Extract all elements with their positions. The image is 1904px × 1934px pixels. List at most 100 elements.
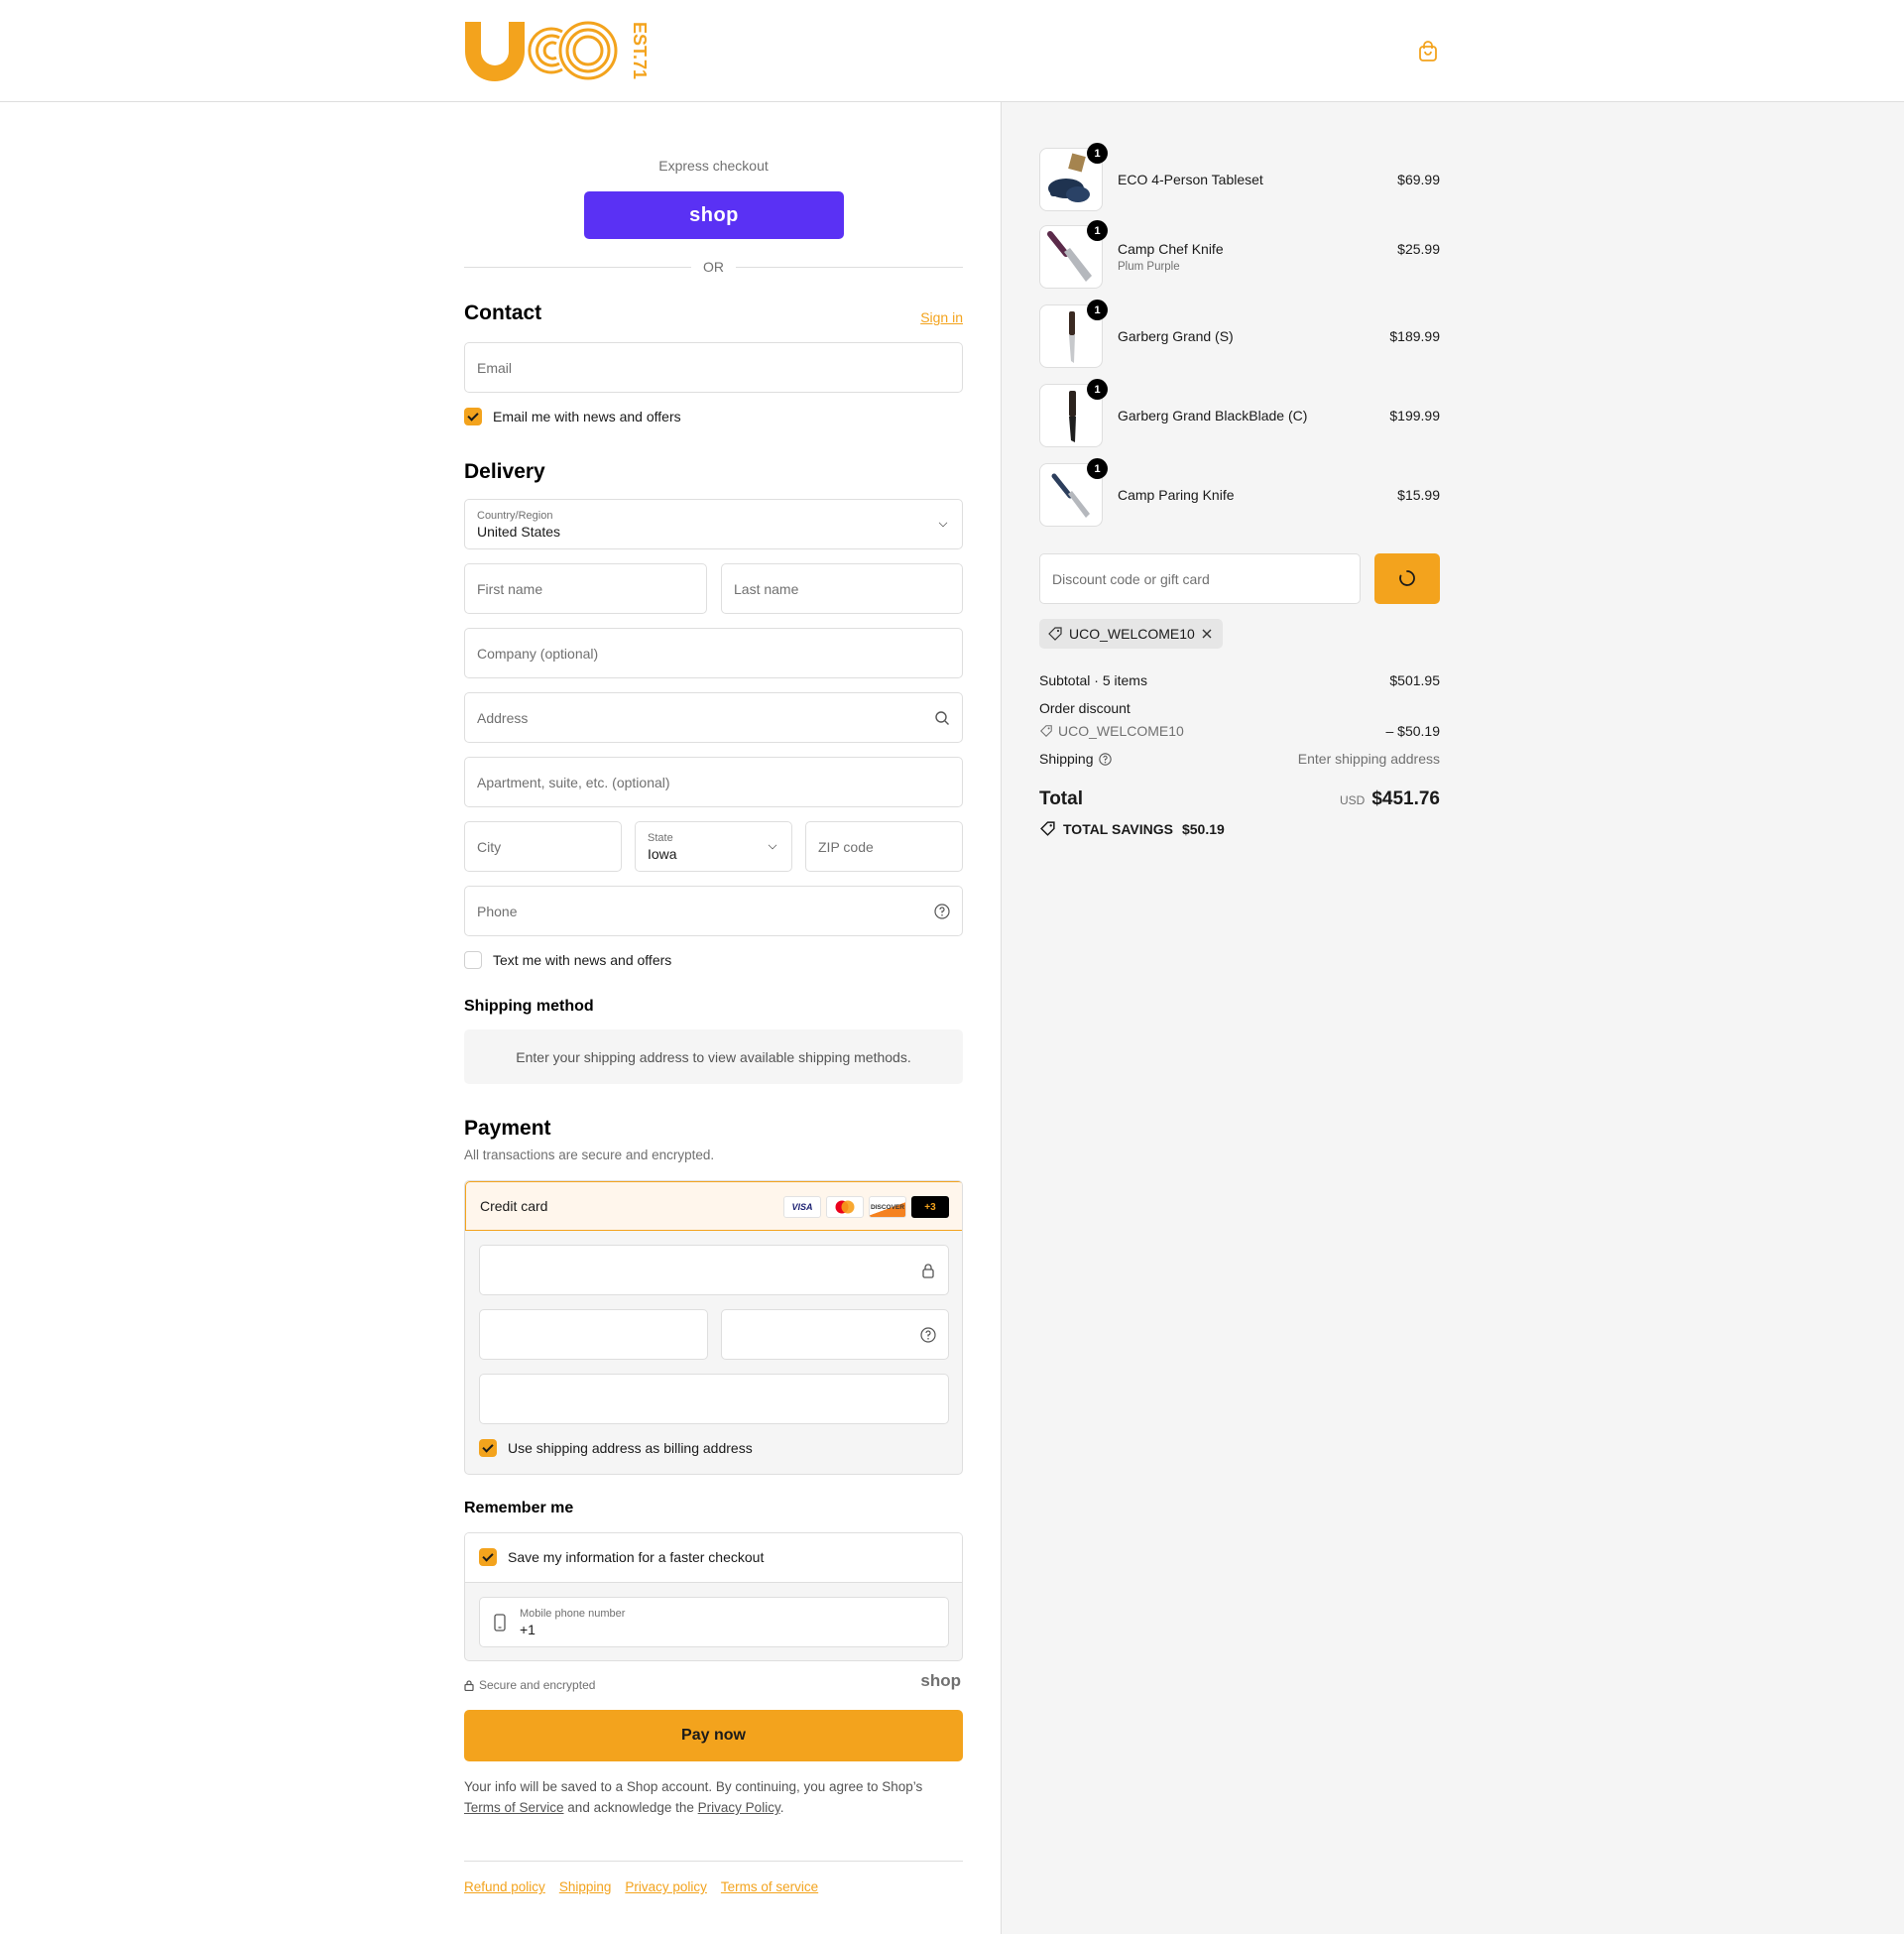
spinner-icon — [1399, 570, 1415, 586]
name-on-card-field[interactable] — [479, 1374, 949, 1424]
apply-discount-button[interactable] — [1374, 553, 1440, 604]
phone-placeholder: Phone — [477, 903, 518, 919]
secure-label: Secure and encrypted — [479, 1678, 596, 1692]
email-news-checkbox[interactable] — [464, 408, 482, 425]
country-select[interactable]: Country/Region United States — [464, 499, 963, 549]
delivery-heading: Delivery — [464, 460, 545, 483]
legal-text-1: Your info will be saved to a Shop accoun… — [464, 1779, 923, 1794]
item-variant: Plum Purple — [1118, 261, 1180, 273]
lock-icon — [464, 1679, 474, 1691]
currency-code: USD — [1339, 793, 1366, 807]
item-name: Garberg Grand (S) — [1118, 328, 1234, 344]
help-circle-icon[interactable] — [920, 1326, 936, 1343]
text-news-checkbox[interactable] — [464, 951, 482, 969]
order-item: 1 Garberg Grand BlackBlade (C) $199.99 — [1039, 379, 1440, 449]
shipping-link[interactable]: Shipping — [559, 1879, 612, 1894]
zip-field[interactable]: ZIP code — [805, 821, 963, 872]
tag-icon — [1048, 627, 1062, 641]
quantity-badge: 1 — [1087, 220, 1108, 241]
chevron-down-icon — [938, 518, 948, 527]
search-icon — [935, 710, 949, 725]
billing-same-checkbox[interactable] — [479, 1439, 497, 1457]
company-field[interactable]: Company (optional) — [464, 628, 963, 678]
bag-icon[interactable] — [1416, 40, 1440, 63]
payment-subtitle: All transactions are secure and encrypte… — [464, 1148, 715, 1162]
shipping-method-note: Enter your shipping address to view avai… — [464, 1029, 963, 1084]
mobile-phone-icon — [494, 1614, 506, 1632]
total-savings-row: TOTAL SAVINGS $50.19 — [1039, 820, 1440, 837]
item-thumbnail: 1 — [1039, 300, 1108, 368]
footer-links: Refund policy Shipping Privacy policy Te… — [464, 1879, 818, 1894]
shop-terms-link[interactable]: Terms of Service — [464, 1800, 564, 1815]
tag-icon — [1040, 725, 1052, 737]
discount-code-row: UCO_WELCOME10 – $50.19 — [1039, 723, 1440, 739]
expiration-field[interactable] — [479, 1309, 708, 1360]
item-price: $25.99 — [1397, 241, 1440, 257]
shop-privacy-link[interactable]: Privacy Policy — [698, 1800, 780, 1815]
total-label: Total — [1039, 788, 1083, 809]
total-savings-value: $50.19 — [1181, 820, 1225, 837]
discount-code-input[interactable]: Discount code or gift card — [1039, 553, 1361, 604]
item-price: $199.99 — [1389, 408, 1440, 423]
order-discount-label: Order discount — [1039, 700, 1130, 716]
card-number-field[interactable] — [479, 1245, 949, 1295]
help-circle-icon[interactable] — [934, 903, 950, 919]
mobile-phone-label: Mobile phone number — [520, 1607, 626, 1620]
first-name-field[interactable]: First name — [464, 563, 707, 614]
close-icon[interactable] — [1201, 628, 1213, 640]
last-name-field[interactable]: Last name — [721, 563, 963, 614]
address-field[interactable]: Address — [464, 692, 963, 743]
subtotal-label: Subtotal · 5 items — [1039, 672, 1147, 688]
total-row: Total USD $451.76 — [1039, 788, 1440, 818]
city-field[interactable]: City — [464, 821, 622, 872]
apartment-field[interactable]: Apartment, suite, etc. (optional) — [464, 757, 963, 807]
order-summary-panel — [1001, 102, 1904, 1934]
discount-code-label: UCO_WELCOME10 — [1058, 723, 1184, 739]
country-value: United States — [477, 523, 561, 540]
item-name: Garberg Grand BlackBlade (C) — [1118, 408, 1308, 423]
shipping-row: Shipping Enter shipping address — [1039, 751, 1440, 767]
chevron-down-icon — [768, 840, 777, 849]
contact-heading: Contact — [464, 302, 542, 324]
save-info-checkbox[interactable] — [479, 1548, 497, 1566]
item-name: Camp Paring Knife — [1118, 487, 1235, 503]
payment-heading: Payment — [464, 1117, 551, 1140]
email-field[interactable]: Email — [464, 342, 963, 393]
shop-mark: shop — [920, 1671, 961, 1690]
uco-logo[interactable]: EST.71 — [463, 18, 652, 83]
item-thumbnail: 1 — [1039, 220, 1108, 289]
quantity-badge: 1 — [1087, 300, 1108, 320]
sign-in-link[interactable]: Sign in — [920, 309, 963, 325]
shop-pay-button[interactable]: shop — [584, 191, 844, 239]
credit-card-option[interactable]: Credit card VISA DISCOVER +3 — [465, 1181, 962, 1231]
privacy-policy-link[interactable]: Privacy policy — [625, 1879, 707, 1894]
credit-card-panel: Credit card VISA DISCOVER +3 Use shippin… — [464, 1180, 963, 1475]
item-thumbnail: 1 — [1039, 379, 1108, 447]
quantity-badge: 1 — [1087, 143, 1108, 164]
or-divider: OR — [464, 257, 963, 277]
applied-code: UCO_WELCOME10 — [1069, 626, 1195, 642]
shipping-method-heading: Shipping method — [464, 998, 594, 1015]
quantity-badge: 1 — [1087, 379, 1108, 400]
refund-policy-link[interactable]: Refund policy — [464, 1879, 545, 1894]
address-placeholder: Address — [477, 709, 529, 726]
order-item: 1 ECO 4-Person Tableset $69.99 — [1039, 143, 1440, 213]
help-circle-icon[interactable] — [1098, 752, 1112, 766]
item-thumbnail: 1 — [1039, 143, 1108, 211]
subtotal-value: $501.95 — [1389, 672, 1440, 688]
order-item: 1 Camp Chef Knife Plum Purple $25.99 — [1039, 220, 1440, 291]
item-price: $69.99 — [1397, 172, 1440, 187]
security-code-field[interactable] — [721, 1309, 949, 1360]
phone-field[interactable]: Phone — [464, 886, 963, 936]
item-name: ECO 4-Person Tableset — [1118, 172, 1263, 187]
mobile-phone-field[interactable]: Mobile phone number +1 — [479, 1597, 949, 1647]
billing-same-label: Use shipping address as billing address — [508, 1440, 753, 1456]
order-discount-row: Order discount — [1039, 700, 1440, 716]
order-item: 1 Garberg Grand (S) $189.99 — [1039, 300, 1440, 370]
state-select[interactable]: State Iowa — [635, 821, 792, 872]
item-price: $15.99 — [1397, 487, 1440, 503]
legal-text: Your info will be saved to a Shop accoun… — [464, 1776, 963, 1818]
terms-of-service-link[interactable]: Terms of service — [721, 1879, 818, 1894]
pay-now-button[interactable]: Pay now — [464, 1710, 963, 1761]
header: EST.71 — [0, 0, 1904, 102]
